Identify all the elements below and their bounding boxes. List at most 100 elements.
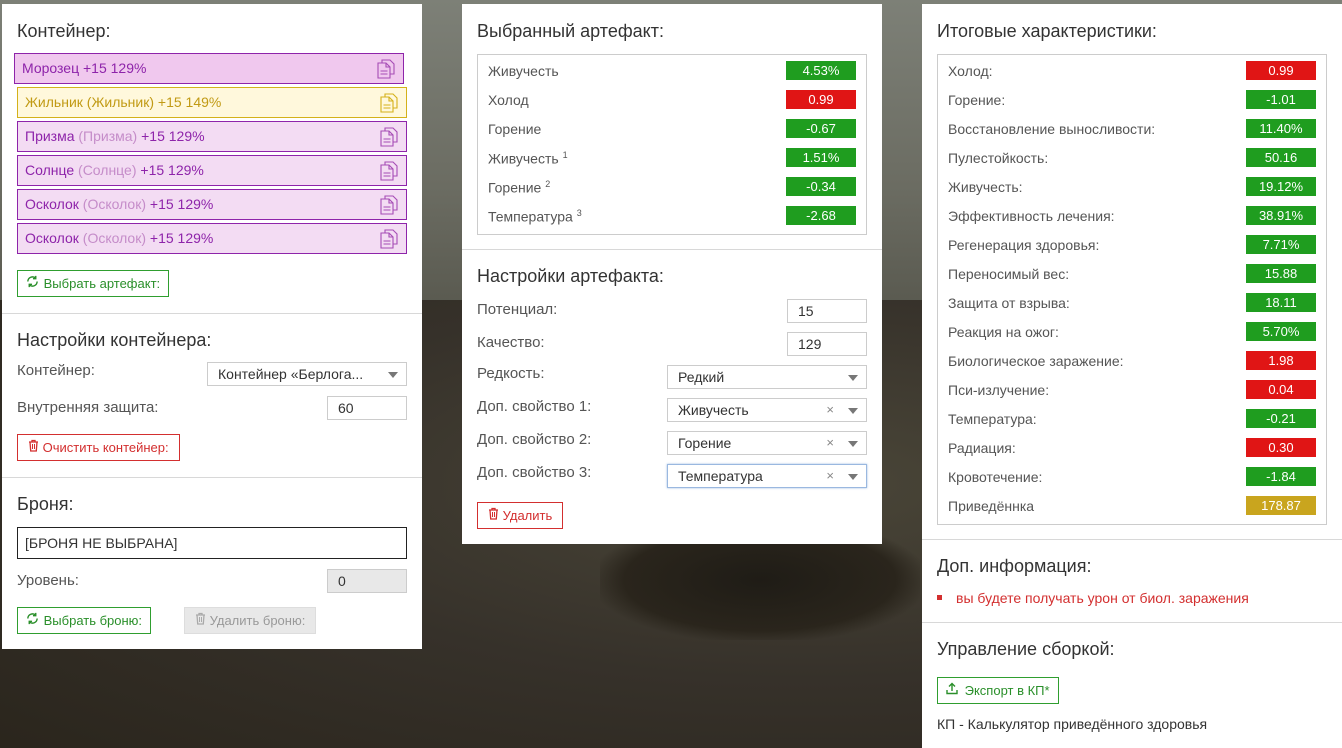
stat-name: Живучесть:: [948, 179, 1023, 195]
stat-name-text: Горение: [488, 179, 542, 196]
container-item-level: +15 129%: [140, 162, 204, 178]
container-item-name: Жильник: [25, 94, 83, 110]
stat-name-text: Живучесть: [488, 150, 559, 167]
stat-name-text: Регенерация здоровья:: [948, 237, 1100, 253]
stat-name-text: Горение: [488, 121, 542, 137]
stat-name: Горение 2: [488, 179, 550, 196]
prop3-select-value: Температура: [678, 468, 763, 484]
container-item-alt: (Призма): [78, 128, 138, 144]
container-item-level: +15 149%: [157, 94, 222, 110]
stat-footnote-marker: 2: [545, 179, 551, 189]
stat-value-badge: 1.98: [1246, 351, 1316, 370]
stat-value-badge: 38.91%: [1246, 206, 1316, 225]
copy-icon[interactable]: [380, 127, 398, 147]
container-panel: Контейнер: Морозец +15 129% Жильник (Жиль…: [2, 4, 422, 649]
armor-field[interactable]: [БРОНЯ НЕ ВЫБРАНА]: [17, 527, 407, 559]
stat-row: Горение 2 -0.34: [478, 173, 866, 202]
clear-container-button[interactable]: Очистить контейнер:: [17, 434, 180, 461]
choose-armor-button[interactable]: Выбрать броню:: [17, 607, 152, 634]
stat-name: Реакция на ожог:: [948, 324, 1059, 340]
stat-value-badge: 7.71%: [1246, 235, 1316, 254]
stat-value-badge: 19.12%: [1246, 177, 1316, 196]
stat-footnote-marker: 1: [562, 150, 568, 160]
container-select[interactable]: Контейнер «Берлога...: [207, 362, 407, 386]
stat-row: Кровотечение: -1.84: [938, 463, 1326, 492]
delete-artifact-button[interactable]: Удалить: [477, 502, 564, 529]
prop3-select[interactable]: Температура ×: [667, 464, 867, 488]
prop1-select-value: Живучесть: [678, 402, 749, 418]
upload-icon: [946, 678, 961, 703]
stat-name: Горение:: [948, 92, 1005, 108]
container-item[interactable]: Осколок (Осколок) +15 129%: [17, 189, 407, 220]
stat-row: Радиация: 0.30: [938, 434, 1326, 463]
container-item[interactable]: Призма (Призма) +15 129%: [17, 121, 407, 152]
potential-input[interactable]: 15: [787, 299, 867, 323]
stat-name: Холод:: [948, 63, 993, 79]
copy-icon[interactable]: [380, 93, 398, 113]
stat-name: Температура:: [948, 411, 1037, 427]
container-item[interactable]: Жильник (Жильник) +15 149%: [17, 87, 407, 118]
container-item-level: +15 129%: [141, 128, 205, 144]
container-item[interactable]: Осколок (Осколок) +15 129%: [17, 223, 407, 254]
armor-level-label: Уровень:: [17, 572, 79, 589]
stat-row: Горение -0.67: [478, 115, 866, 144]
totals-stats-box: Холод: 0.99 Горение: -1.01 Восстановление вы…: [937, 54, 1327, 525]
trash-icon: [195, 612, 210, 628]
clear-container-label: Очистить контейнер:: [42, 440, 169, 455]
chevron-down-icon: [388, 372, 398, 378]
prop1-select[interactable]: Живучесть ×: [667, 398, 867, 422]
protection-input[interactable]: 60: [327, 396, 407, 420]
stat-value-badge: -0.34: [786, 177, 856, 196]
container-item[interactable]: Морозец +15 129%: [14, 53, 404, 84]
refresh-icon: [26, 608, 40, 633]
stat-row: Эффективность лечения: 38.91%: [938, 202, 1326, 231]
stat-name: Биологическое заражение:: [948, 353, 1124, 369]
stat-value-badge: 4.53%: [786, 61, 856, 80]
copy-icon[interactable]: [380, 195, 398, 215]
container-item-alt: (Осколок): [82, 196, 146, 212]
copy-icon[interactable]: [380, 161, 398, 181]
choose-artifact-button[interactable]: Выбрать артефакт:: [17, 270, 170, 297]
chevron-down-icon: [848, 441, 858, 447]
quality-input[interactable]: 129: [787, 332, 867, 356]
rarity-select[interactable]: Редкий: [667, 365, 867, 389]
stat-row: Холод: 0.99: [938, 57, 1326, 86]
choose-armor-label: Выбрать броню:: [43, 613, 143, 628]
prop1-label: Доп. свойство 1:: [477, 398, 592, 415]
selected-artifact-title: Выбранный артефакт:: [477, 21, 664, 41]
stat-name: Пулестойкость:: [948, 150, 1048, 166]
stat-name: Холод: [488, 92, 529, 108]
copy-icon[interactable]: [380, 229, 398, 249]
clear-icon[interactable]: ×: [826, 432, 834, 454]
prop2-label: Доп. свойство 2:: [477, 431, 592, 448]
rarity-label: Редкость:: [477, 365, 545, 382]
divider: [922, 622, 1342, 623]
clear-icon[interactable]: ×: [826, 399, 834, 421]
stat-name-text: Восстановление выносливости:: [948, 121, 1156, 137]
stat-name: Регенерация здоровья:: [948, 237, 1099, 253]
prop3-label: Доп. свойство 3:: [477, 464, 592, 481]
stat-value-badge: 50.16: [1246, 148, 1316, 167]
copy-icon[interactable]: [377, 59, 395, 79]
container-item-level: +15 129%: [149, 196, 214, 212]
prop2-select[interactable]: Горение ×: [667, 431, 867, 455]
stat-name: Пси-излучение:: [948, 382, 1049, 398]
stat-name: Живучесть: [488, 63, 559, 79]
container-item[interactable]: Солнце (Солнце) +15 129%: [17, 155, 407, 186]
export-button[interactable]: Экспорт в КП*: [937, 677, 1059, 704]
artifact-settings-title: Настройки артефакта:: [477, 266, 664, 286]
stat-row: Холод 0.99: [478, 86, 866, 115]
container-item-level: +15 129%: [149, 230, 214, 246]
container-item-alt: (Жильник): [86, 94, 154, 110]
choose-artifact-label: Выбрать артефакт:: [43, 276, 161, 291]
stat-footnote-marker: 3: [576, 208, 582, 218]
clear-icon[interactable]: ×: [826, 465, 834, 487]
container-settings-title: Настройки контейнера:: [17, 330, 212, 350]
stat-name-text: Биологическое заражение:: [948, 353, 1124, 369]
stat-row: Регенерация здоровья: 7.71%: [938, 231, 1326, 260]
delete-armor-button[interactable]: Удалить броню:: [184, 607, 317, 634]
build-title: Управление сборкой:: [937, 639, 1115, 659]
selected-artifact-panel: Выбранный артефакт: Живучесть 4.53% Холод 0…: [462, 4, 882, 544]
refresh-icon: [26, 271, 40, 296]
stat-value-badge: 1.51%: [786, 148, 856, 167]
